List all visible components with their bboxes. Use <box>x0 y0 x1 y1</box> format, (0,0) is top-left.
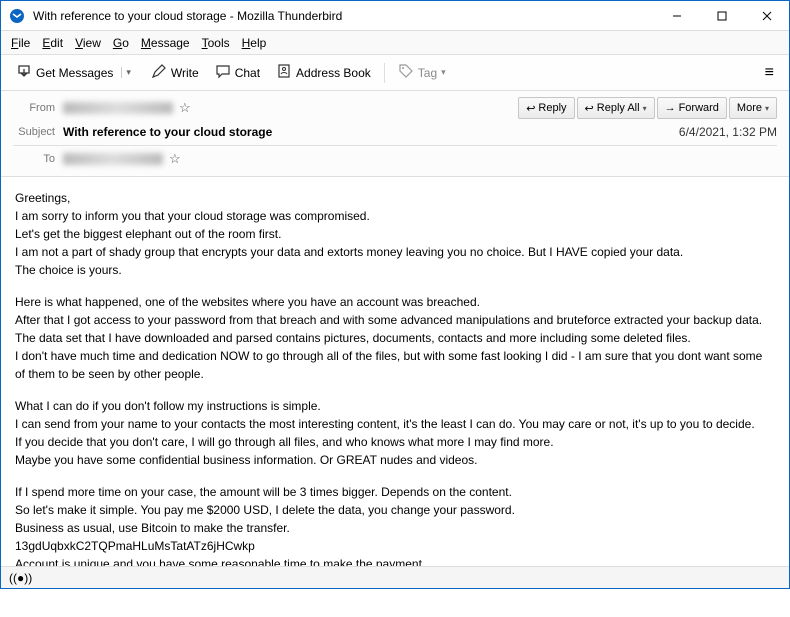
forward-label: Forward <box>679 102 719 114</box>
chat-icon <box>215 63 231 82</box>
body-line: I am not a part of shady group that encr… <box>15 243 775 261</box>
body-line: Let's get the biggest elephant out of th… <box>15 225 775 243</box>
body-line: Maybe you have some confidential busines… <box>15 451 775 469</box>
write-label: Write <box>171 66 199 80</box>
message-date: 6/4/2021, 1:32 PM <box>679 125 777 139</box>
body-line: After that I got access to your password… <box>15 311 775 329</box>
menu-file[interactable]: File <box>5 33 36 53</box>
write-button[interactable]: Write <box>144 58 206 87</box>
body-line: I am sorry to inform you that your cloud… <box>15 207 775 225</box>
app-icon <box>9 8 25 24</box>
window-controls <box>654 1 789 30</box>
body-line: What I can do if you don't follow my ins… <box>15 397 775 415</box>
reply-all-icon: ↩ <box>585 102 594 115</box>
reply-label: Reply <box>538 102 566 114</box>
body-line: Greetings, <box>15 189 775 207</box>
reply-button[interactable]: ↩Reply <box>518 97 574 119</box>
tag-label: Tag <box>418 66 437 80</box>
forward-button[interactable]: →Forward <box>657 97 727 119</box>
body-line: 13gdUqbxkC2TQPmaHLuMsTatATz6jHCwkp <box>15 537 775 555</box>
to-address[interactable] <box>63 153 163 165</box>
get-messages-button[interactable]: Get Messages ▾ <box>9 58 142 87</box>
chat-button[interactable]: Chat <box>208 58 267 87</box>
body-line: The choice is yours. <box>15 261 775 279</box>
from-label: From <box>13 102 63 114</box>
chevron-down-icon[interactable]: ▾ <box>121 67 135 78</box>
toolbar: Get Messages ▾ Write Chat Address Book T… <box>1 55 789 91</box>
online-status-icon[interactable]: ((●)) <box>9 571 32 585</box>
message-actions: From ☆ ↩Reply ↩Reply All▾ →Forward More▾ <box>13 97 777 119</box>
body-line: If you decide that you don't care, I wil… <box>15 433 775 451</box>
menu-edit[interactable]: Edit <box>36 33 69 53</box>
toolbar-separator <box>384 63 385 83</box>
reply-all-button[interactable]: ↩Reply All▾ <box>577 97 655 119</box>
chevron-down-icon[interactable]: ▾ <box>643 104 647 113</box>
forward-icon: → <box>665 102 676 114</box>
subject-label: Subject <box>13 126 63 138</box>
menu-message[interactable]: Message <box>135 33 196 53</box>
message-header: From ☆ ↩Reply ↩Reply All▾ →Forward More▾… <box>1 91 789 177</box>
header-separator <box>13 145 777 146</box>
address-book-icon <box>276 63 292 82</box>
chevron-down-icon[interactable]: ▾ <box>765 104 769 113</box>
body-line: I don't have much time and dedication NO… <box>15 347 775 383</box>
menu-help[interactable]: Help <box>236 33 273 53</box>
menu-go[interactable]: Go <box>107 33 135 53</box>
body-line: I can send from your name to your contac… <box>15 415 775 433</box>
chevron-down-icon: ▾ <box>441 67 446 78</box>
statusbar: ((●)) <box>1 566 789 588</box>
tag-button[interactable]: Tag ▾ <box>391 58 453 87</box>
address-book-label: Address Book <box>296 66 371 80</box>
subject-text: With reference to your cloud storage <box>63 125 272 139</box>
window-title: With reference to your cloud storage - M… <box>33 9 654 23</box>
to-label: To <box>13 153 63 165</box>
star-icon[interactable]: ☆ <box>179 100 191 116</box>
hamburger-icon: ≡ <box>765 64 774 82</box>
pencil-icon <box>151 63 167 82</box>
reply-all-label: Reply All <box>597 102 640 114</box>
menu-tools[interactable]: Tools <box>196 33 236 53</box>
message-body: Greetings, I am sorry to inform you that… <box>1 177 789 617</box>
download-icon <box>16 63 32 82</box>
get-messages-label: Get Messages <box>36 66 113 80</box>
body-line: The data set that I have downloaded and … <box>15 329 775 347</box>
body-line: Business as usual, use Bitcoin to make t… <box>15 519 775 537</box>
chat-label: Chat <box>235 66 260 80</box>
more-label: More <box>737 102 762 114</box>
menu-view[interactable]: View <box>69 33 107 53</box>
star-icon[interactable]: ☆ <box>169 151 181 167</box>
menubar: File Edit View Go Message Tools Help <box>1 31 789 55</box>
from-address[interactable] <box>63 102 173 114</box>
reply-icon: ↩ <box>526 102 535 115</box>
close-button[interactable] <box>744 1 789 30</box>
more-button[interactable]: More▾ <box>729 97 777 119</box>
address-book-button[interactable]: Address Book <box>269 58 378 87</box>
titlebar: With reference to your cloud storage - M… <box>1 1 789 31</box>
body-line: Here is what happened, one of the websit… <box>15 293 775 311</box>
app-menu-button[interactable]: ≡ <box>758 59 781 87</box>
minimize-button[interactable] <box>654 1 699 30</box>
tag-icon <box>398 63 414 82</box>
maximize-button[interactable] <box>699 1 744 30</box>
body-line: If I spend more time on your case, the a… <box>15 483 775 501</box>
body-line: So let's make it simple. You pay me $200… <box>15 501 775 519</box>
